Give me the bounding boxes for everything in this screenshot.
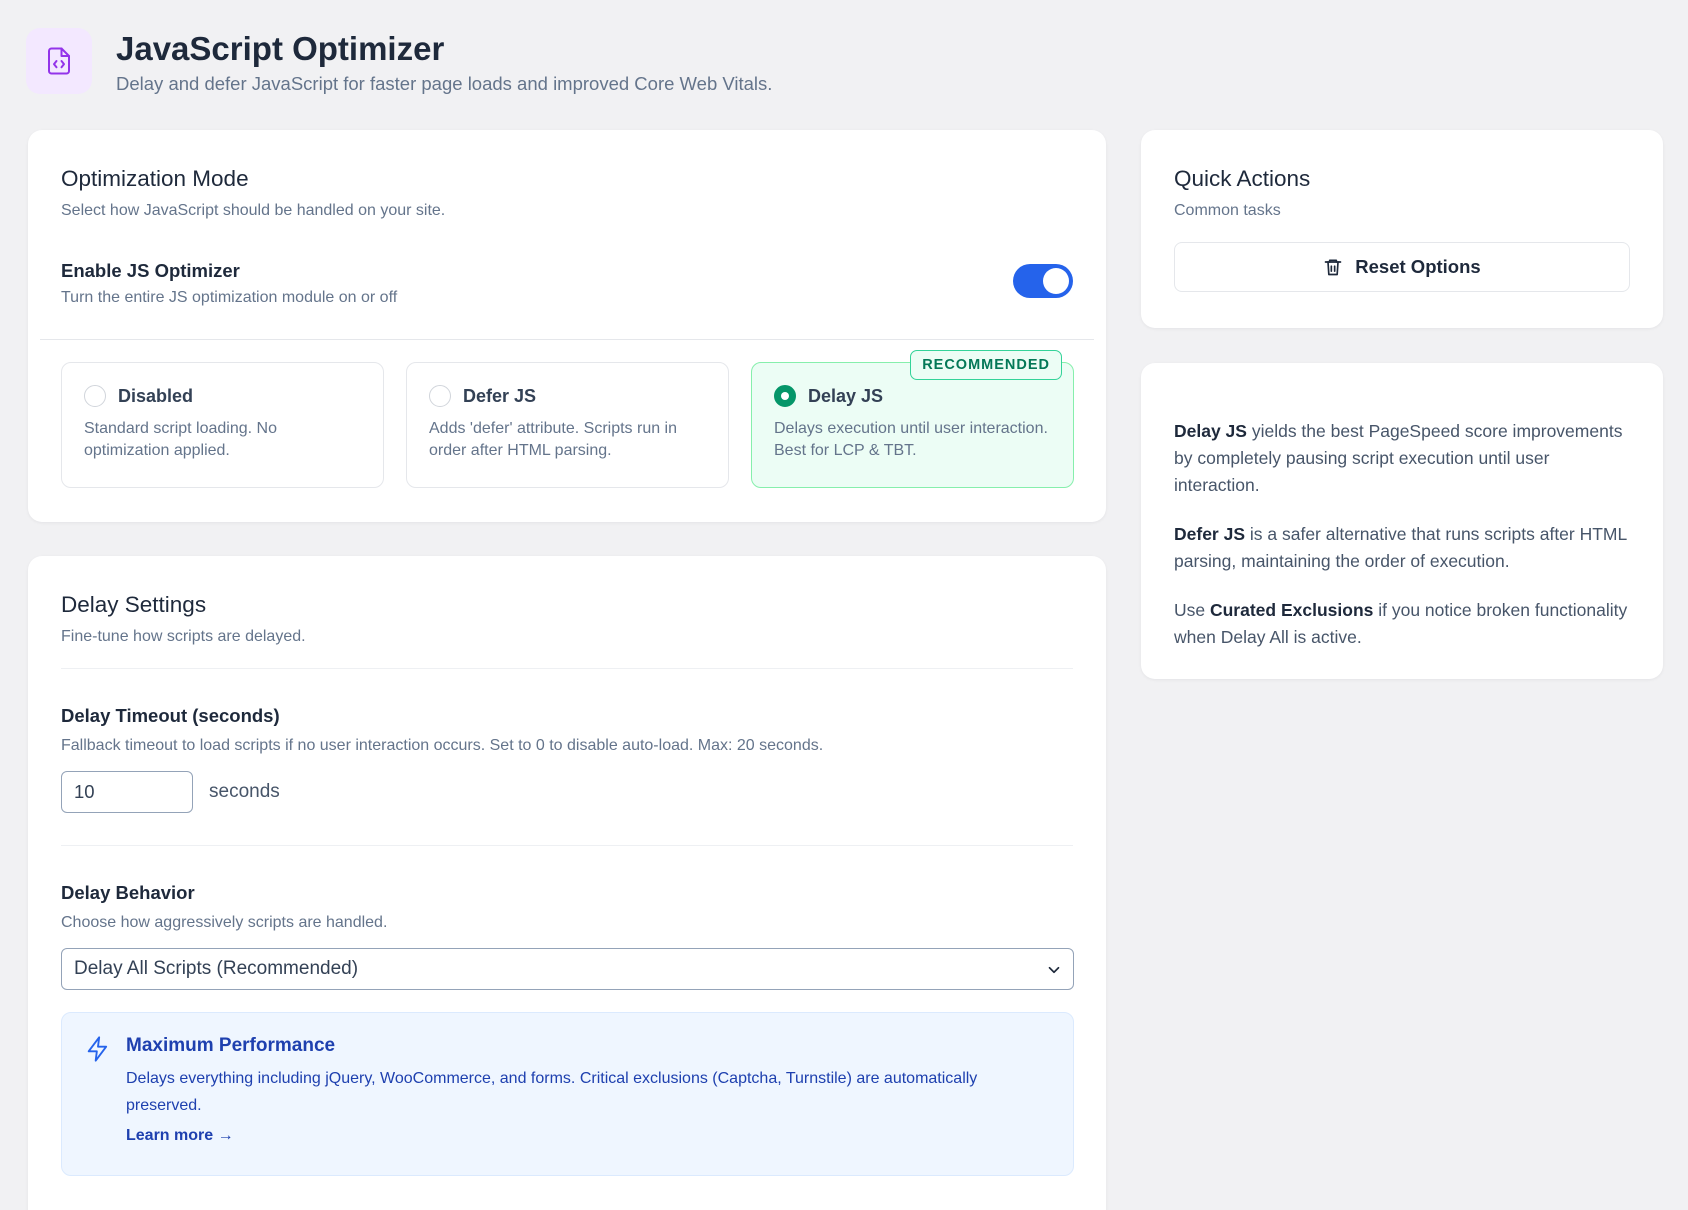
- info-desc: Delays everything including jQuery, WooC…: [126, 1070, 978, 1114]
- delay-settings-card: Delay Settings Fine-tune how scripts are…: [28, 556, 1106, 1210]
- option-desc: Delays execution until user interaction.…: [774, 420, 1048, 459]
- delay-timeout-unit: seconds: [209, 781, 280, 802]
- file-code-icon: [26, 28, 92, 94]
- delay-behavior-section: Delay Behavior Choose how aggressively s…: [61, 882, 1074, 1176]
- enable-js-optimizer-row: Enable JS Optimizer Turn the entire JS o…: [61, 260, 1073, 318]
- enable-js-optimizer-desc: Turn the entire JS optimization module o…: [61, 289, 398, 306]
- optimization-mode-title: Optimization Mode: [61, 166, 249, 191]
- option-title: Defer JS: [463, 385, 537, 406]
- enable-js-optimizer-label: Enable JS Optimizer: [61, 260, 240, 281]
- toggle-knob: [1043, 268, 1069, 294]
- info-title: Maximum Performance: [126, 1035, 336, 1056]
- radio-defer-js[interactable]: [429, 385, 451, 407]
- learn-more-link[interactable]: Learn more →: [126, 1127, 234, 1145]
- radio-checked-dot: [781, 392, 789, 400]
- option-desc: Adds 'defer' attribute. Scripts run in o…: [429, 420, 678, 459]
- tip-delay-js: Delay JS yields the best PageSpeed score…: [1174, 421, 1623, 495]
- trash-icon: [1324, 259, 1342, 276]
- radio-disabled[interactable]: [84, 385, 106, 407]
- delay-behavior-select[interactable]: Delay All Scripts (Recommended): [61, 948, 1074, 990]
- tip-curated-exclusions: Use Curated Exclusions if you notice bro…: [1174, 600, 1628, 647]
- divider: [40, 339, 1094, 340]
- recommended-badge: RECOMMENDED: [910, 350, 1062, 380]
- page-title: JavaScript Optimizer: [116, 30, 445, 67]
- delay-timeout-desc: Fallback timeout to load scripts if no u…: [61, 737, 824, 754]
- delay-behavior-selected: Delay All Scripts (Recommended): [74, 958, 359, 979]
- option-title: Delay JS: [808, 385, 884, 406]
- quick-actions-title: Quick Actions: [1174, 166, 1311, 191]
- reset-options-label: Reset Options: [1355, 256, 1481, 277]
- option-desc: Standard script loading. No optimization…: [84, 420, 277, 459]
- quick-actions-desc: Common tasks: [1174, 202, 1281, 219]
- option-title: Disabled: [118, 385, 194, 406]
- mode-options: Disabled Standard script loading. No opt…: [61, 350, 1074, 488]
- divider: [61, 845, 1073, 846]
- delay-timeout-section: Delay Timeout (seconds) Fallback timeout…: [61, 705, 1073, 813]
- delay-behavior-desc: Choose how aggressively scripts are hand…: [61, 914, 388, 931]
- optimization-mode-desc: Select how JavaScript should be handled …: [61, 202, 446, 219]
- lightning-icon: [87, 1036, 108, 1062]
- divider: [61, 668, 1073, 669]
- performance-info-box: Maximum Performance Delays everything in…: [61, 1012, 1074, 1176]
- mode-option-defer-js[interactable]: Defer JS Adds 'defer' attribute. Scripts…: [406, 362, 729, 488]
- delay-timeout-label: Delay Timeout (seconds): [61, 705, 280, 726]
- chevron-down-icon: [1048, 966, 1060, 974]
- delay-timeout-input[interactable]: [61, 771, 193, 813]
- delay-settings-title: Delay Settings: [61, 592, 207, 617]
- delay-behavior-label: Delay Behavior: [61, 882, 195, 903]
- tips-card: Delay JS yields the best PageSpeed score…: [1141, 363, 1663, 679]
- mode-option-delay-js[interactable]: RECOMMENDED Delay JS Delays execution un…: [751, 350, 1074, 488]
- tip-defer-js: Defer JS is a safer alternative that run…: [1174, 524, 1627, 571]
- page-subtitle: Delay and defer JavaScript for faster pa…: [116, 73, 773, 94]
- reset-options-button[interactable]: Reset Options: [1174, 242, 1630, 292]
- radio-delay-js[interactable]: [774, 385, 796, 407]
- optimization-mode-card: Optimization Mode Select how JavaScript …: [28, 130, 1106, 522]
- quick-actions-card: Quick Actions Common tasks Reset Options: [1141, 130, 1663, 328]
- delay-settings-desc: Fine-tune how scripts are delayed.: [61, 628, 306, 645]
- page-header: JavaScript Optimizer Delay and defer Jav…: [26, 28, 772, 95]
- enable-js-optimizer-toggle[interactable]: [1013, 264, 1073, 298]
- mode-option-disabled[interactable]: Disabled Standard script loading. No opt…: [61, 362, 384, 488]
